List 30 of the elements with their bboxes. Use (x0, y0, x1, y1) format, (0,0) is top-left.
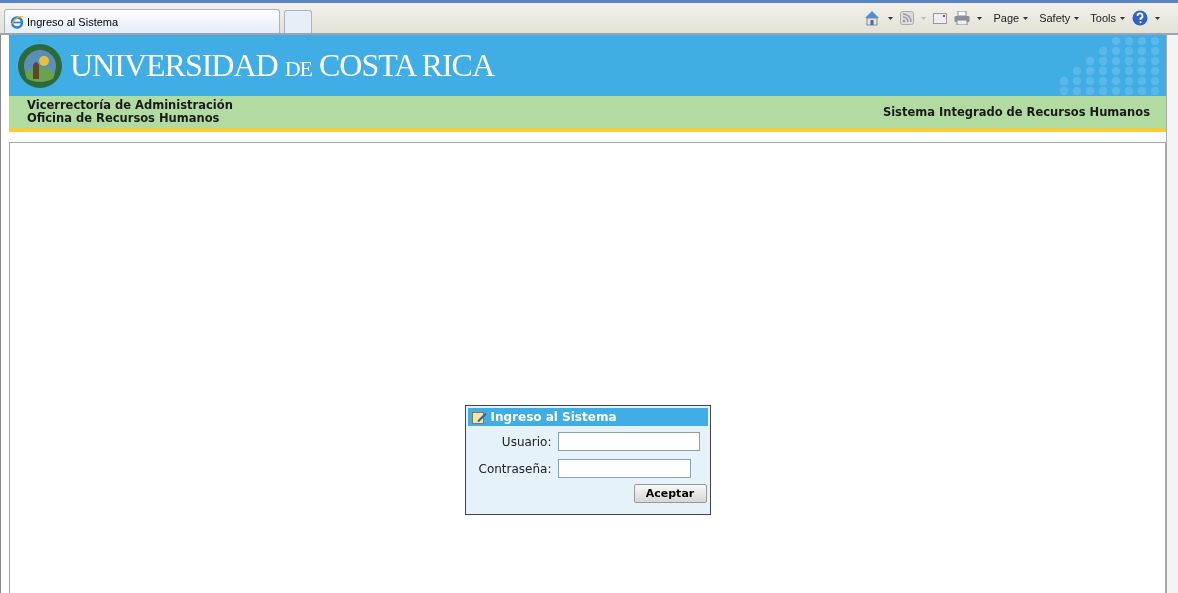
home-icon[interactable] (863, 10, 882, 26)
toolbar-menu[interactable]: Page (993, 12, 1029, 24)
caret-icon[interactable] (977, 16, 983, 20)
university-logo-text: UNIVERSIDAD DE COSTA RICA (70, 47, 494, 84)
new-tab-button[interactable] (284, 10, 312, 33)
system-title: Sistema Integrado de Recursos Humanos (882, 105, 1150, 119)
browser-logo-icon (10, 14, 24, 29)
scrollbar[interactable] (1166, 35, 1178, 593)
login-title: Ingreso al Sistema (490, 410, 617, 424)
toolbar-menu[interactable]: Tools (1090, 12, 1125, 24)
seal-drawing (17, 42, 63, 89)
username-field[interactable] (557, 432, 700, 451)
caret-icon (1120, 16, 1125, 20)
caret-icon[interactable] (1155, 16, 1160, 20)
caret-icon (1023, 16, 1029, 20)
mail-icon[interactable] (933, 12, 948, 24)
help-icon[interactable] (1132, 10, 1148, 26)
printer-icon[interactable] (954, 11, 971, 25)
caret-icon (1074, 16, 1080, 20)
password-field[interactable] (557, 459, 691, 478)
accept-button[interactable]: Aceptar (633, 484, 707, 503)
office-name: Oficina de Recursos Humanos (27, 112, 221, 125)
field-label: Contraseña: (477, 461, 552, 476)
browser-tab[interactable]: Ingreso al Sistema (4, 9, 280, 33)
office-name: Vicerrectoría de Administración (27, 99, 233, 112)
field-label: Usuario: (500, 434, 552, 449)
caret-icon[interactable] (888, 16, 894, 20)
feed-icon[interactable] (900, 11, 915, 25)
note-pencil-icon (471, 410, 487, 424)
toolbar-menu[interactable]: Safety (1039, 12, 1080, 24)
